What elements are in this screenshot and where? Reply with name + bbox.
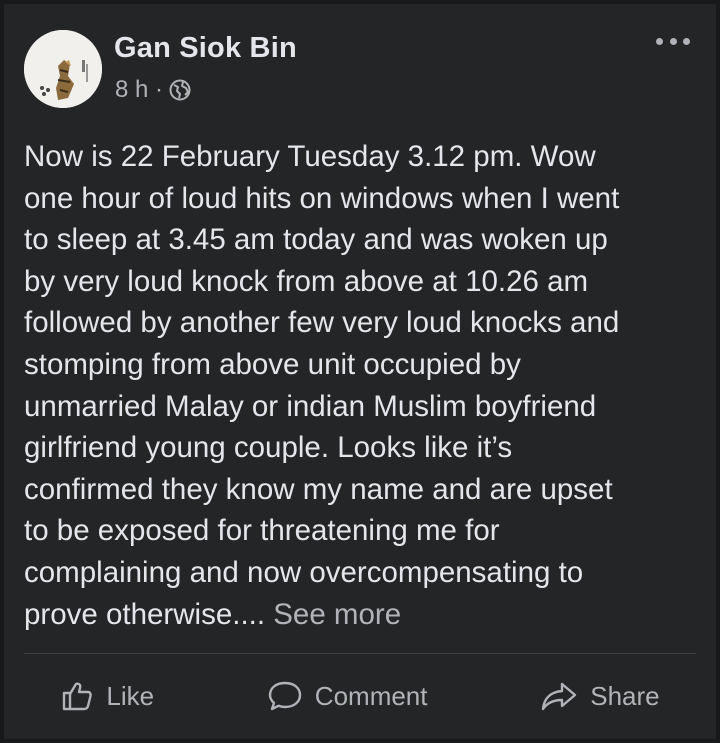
post-meta: 8 h ·: [115, 76, 191, 104]
post-actions: Like Comment Share: [4, 664, 716, 728]
comment-button[interactable]: Comment: [247, 673, 448, 719]
share-label: Share: [590, 680, 660, 711]
globe-icon: [169, 79, 191, 101]
post-time[interactable]: 8 h ·: [115, 76, 163, 104]
thumbs-up-icon: [60, 679, 94, 713]
post-body: Now is 22 February Tuesday 3.12 pm. Wow …: [24, 136, 704, 635]
author-name[interactable]: Gan Siok Bin: [114, 32, 297, 65]
see-more-link[interactable]: See more: [273, 598, 401, 631]
like-label: Like: [106, 680, 155, 711]
comment-label: Comment: [314, 680, 428, 711]
share-button[interactable]: Share: [520, 673, 679, 719]
avatar[interactable]: [24, 30, 102, 108]
more-options-icon[interactable]: [656, 34, 690, 48]
like-button[interactable]: Like: [40, 673, 174, 719]
avatar-image: [24, 30, 102, 108]
post-body-text: Now is 22 February Tuesday 3.12 pm. Wow …: [24, 140, 620, 631]
post-card: Gan Siok Bin 8 h · Now is 22 February Tu…: [4, 4, 716, 739]
share-icon: [540, 679, 578, 713]
comment-icon: [267, 679, 303, 713]
divider: [24, 653, 696, 654]
